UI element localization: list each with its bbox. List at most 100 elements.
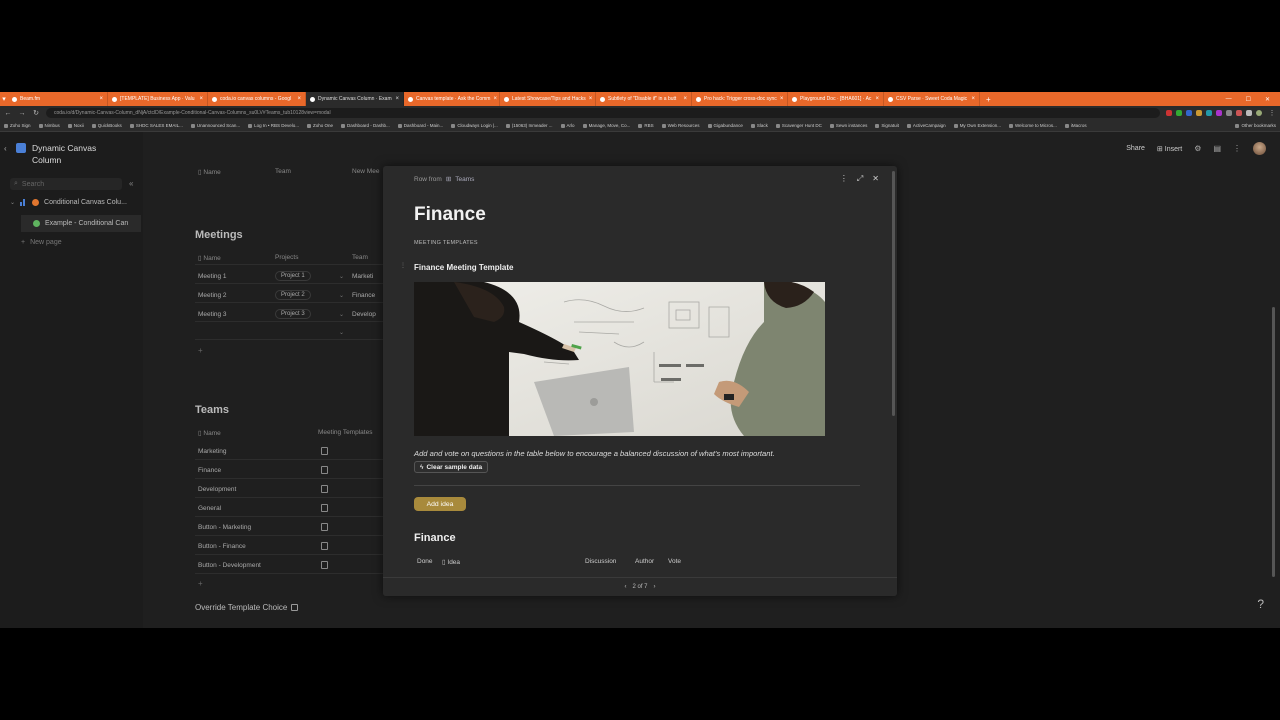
browser-tab[interactable]: Subtlety of "Disable if" in a butt × bbox=[596, 92, 692, 106]
new-tab-button[interactable]: + bbox=[980, 95, 997, 104]
close-tab-icon[interactable]: × bbox=[196, 96, 203, 102]
search-input[interactable]: ⌕ Search bbox=[10, 178, 122, 190]
clear-sample-data-button[interactable]: ϟ Clear sample data bbox=[414, 461, 489, 473]
sidebar-page-conditional[interactable]: ⌄ Conditional Canvas Colu... bbox=[10, 199, 127, 206]
bookmark-item[interactable]: Dashboard - Main... bbox=[398, 123, 444, 128]
extension-icon[interactable] bbox=[1226, 110, 1232, 116]
project-chip[interactable]: Project 3 bbox=[275, 309, 311, 319]
browser-tab[interactable]: CSV Parse · Sweet Coda Magic × bbox=[884, 92, 980, 106]
bookmark-item[interactable]: Manage, Move, Co... bbox=[583, 123, 631, 128]
doc-title[interactable]: ‹ Dynamic Canvas Column bbox=[4, 142, 112, 166]
page-scrollbar[interactable] bbox=[1272, 307, 1275, 577]
canvas-doc-icon[interactable] bbox=[321, 504, 328, 512]
chevron-left-icon[interactable]: ‹ bbox=[4, 144, 7, 153]
bookmark-item[interactable]: Slack bbox=[751, 123, 768, 128]
table-cell[interactable]: Meeting 2 bbox=[198, 292, 227, 299]
browser-tab[interactable]: [TEMPLATE] Business App · Valu × bbox=[108, 92, 208, 106]
kebab-menu-icon[interactable]: ⋮ bbox=[1268, 109, 1276, 117]
table-cell[interactable]: General bbox=[198, 505, 221, 512]
table-cell[interactable]: Button - Finance bbox=[198, 543, 246, 550]
puzzle-icon[interactable] bbox=[1246, 110, 1252, 116]
drag-handle-icon[interactable]: ⋮ bbox=[400, 262, 406, 269]
sidebar-page-example[interactable]: Example - Conditional Can bbox=[21, 215, 141, 232]
extension-icon[interactable] bbox=[1166, 110, 1172, 116]
close-window-icon[interactable]: ✕ bbox=[1265, 96, 1270, 103]
canvas-doc-icon[interactable] bbox=[321, 485, 328, 493]
add-idea-button[interactable]: Add idea bbox=[414, 497, 466, 511]
table-cell[interactable]: Meeting 3 bbox=[198, 311, 227, 318]
table-cell[interactable]: Meeting 1 bbox=[198, 273, 227, 280]
bookmark-item[interactable]: Scavenger Hunt DC bbox=[776, 123, 822, 128]
bookmark-item[interactable]: RBS bbox=[638, 123, 653, 128]
insert-button[interactable]: ⊞ Insert bbox=[1157, 145, 1182, 153]
column-header-author[interactable]: Author bbox=[635, 558, 654, 565]
table-cell[interactable]: Button - Development bbox=[198, 562, 261, 569]
close-tab-icon[interactable]: × bbox=[294, 96, 301, 102]
row-from-link[interactable]: Row from ⊞ Teams bbox=[414, 175, 474, 184]
column-header-name[interactable]: ▯ Name bbox=[198, 168, 221, 176]
extension-icon[interactable] bbox=[1206, 110, 1212, 116]
column-header-new-meeting[interactable]: New Mee bbox=[352, 168, 379, 175]
bookmark-item[interactable]: QuickBooks bbox=[92, 123, 122, 128]
chrome-menu-icon[interactable]: ▾ bbox=[0, 95, 8, 103]
bookmark-item[interactable]: ActiveCampaign bbox=[907, 123, 946, 128]
share-button[interactable]: Share bbox=[1126, 145, 1145, 152]
expand-icon[interactable]: ⤢ bbox=[857, 174, 863, 184]
canvas-doc-icon[interactable] bbox=[321, 561, 328, 569]
bookmark-item[interactable]: Nimbus bbox=[39, 123, 60, 128]
close-tab-icon[interactable]: × bbox=[777, 96, 784, 102]
browser-tab[interactable]: Latest Showcase/Tips and Hacks × bbox=[500, 92, 596, 106]
bookmark-item[interactable]: Noxii bbox=[68, 123, 84, 128]
column-header-name[interactable]: ▯ Name bbox=[198, 429, 221, 437]
row-from-table[interactable]: Teams bbox=[455, 176, 474, 183]
next-row-icon[interactable]: › bbox=[654, 584, 656, 590]
override-checkbox[interactable] bbox=[291, 604, 299, 611]
help-icon[interactable]: ? bbox=[1257, 597, 1264, 611]
more-icon[interactable]: ⋮ bbox=[1233, 144, 1241, 153]
bookmark-item[interactable]: Signatuit bbox=[875, 123, 899, 128]
gear-icon[interactable]: ⚙ bbox=[1194, 144, 1201, 153]
table-cell[interactable]: Button - Marketing bbox=[198, 524, 251, 531]
column-header-vote[interactable]: Vote bbox=[668, 558, 681, 565]
extension-icon[interactable] bbox=[1216, 110, 1222, 116]
browser-tab[interactable]: Dynamic Canvas Column · Exam × bbox=[306, 92, 404, 106]
bookmark-item[interactable]: SHDC SALES EMAIL... bbox=[130, 123, 183, 128]
extension-icon[interactable] bbox=[1176, 110, 1182, 116]
comments-icon[interactable]: ▤ bbox=[1213, 144, 1221, 153]
address-bar[interactable]: coda.io/d/Dynamic-Canvas-Column_dNjA/ctc… bbox=[46, 108, 1160, 118]
add-row-icon[interactable]: + bbox=[198, 346, 203, 355]
bookmark-item[interactable]: Dashboard - Dashb... bbox=[341, 123, 390, 128]
forward-icon[interactable]: → bbox=[18, 110, 26, 117]
profile-icon[interactable] bbox=[1256, 110, 1262, 116]
maximize-icon[interactable]: ☐ bbox=[1246, 96, 1251, 103]
new-page-button[interactable]: + New page bbox=[21, 239, 62, 246]
reload-icon[interactable]: ↻ bbox=[32, 109, 40, 117]
table-cell[interactable]: Marketing bbox=[198, 448, 227, 455]
bookmark-item[interactable]: Zoho One bbox=[307, 123, 333, 128]
bookmark-item[interactable]: Cloudways Login |... bbox=[451, 123, 497, 128]
avatar[interactable] bbox=[1253, 142, 1266, 155]
column-header-projects[interactable]: Projects bbox=[275, 254, 298, 261]
chevron-down-icon[interactable]: ⌄ bbox=[339, 311, 344, 318]
extension-icon[interactable] bbox=[1236, 110, 1242, 116]
bookmark-item[interactable]: (15063) Inmeader ... bbox=[506, 123, 553, 128]
browser-tab[interactable]: Playground Doc · [BHA601] · Ac × bbox=[788, 92, 884, 106]
bookmark-item[interactable]: Web Resources bbox=[662, 123, 700, 128]
column-header-team[interactable]: Team bbox=[352, 254, 368, 261]
extension-icon[interactable] bbox=[1196, 110, 1202, 116]
column-header-done[interactable]: Done bbox=[417, 558, 433, 565]
bookmark-item[interactable]: Welcome to Micros... bbox=[1009, 123, 1057, 128]
browser-tab[interactable]: coda.io canvas columns - Googl × bbox=[208, 92, 306, 106]
browser-tab[interactable]: Beam.fm × bbox=[8, 92, 108, 106]
minimize-icon[interactable]: — bbox=[1226, 96, 1232, 103]
canvas-doc-icon[interactable] bbox=[321, 542, 328, 550]
back-icon[interactable]: ← bbox=[4, 110, 12, 117]
table-cell[interactable]: Finance bbox=[352, 292, 375, 299]
close-tab-icon[interactable]: × bbox=[680, 96, 687, 102]
table-cell[interactable]: Finance bbox=[198, 467, 221, 474]
more-options-icon[interactable]: ⋮ bbox=[840, 174, 848, 184]
close-tab-icon[interactable]: × bbox=[968, 96, 975, 102]
previous-row-icon[interactable]: ‹ bbox=[624, 584, 626, 590]
project-chip[interactable]: Project 1 bbox=[275, 271, 311, 281]
override-template-choice[interactable]: Override Template Choice bbox=[195, 603, 299, 612]
